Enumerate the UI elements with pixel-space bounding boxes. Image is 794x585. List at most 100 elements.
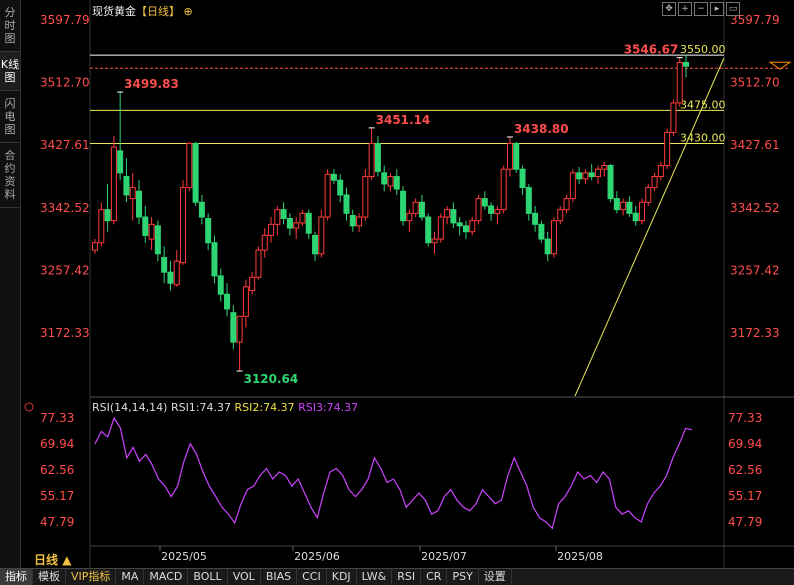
tab-ma[interactable]: MA xyxy=(116,569,145,585)
bottom-indicator-bar: 指标 模板 VIP指标 MA MACD BOLL VOL BIAS CCI KD… xyxy=(0,568,794,585)
candle-body xyxy=(104,209,111,222)
candle-body xyxy=(638,201,645,222)
candle-body xyxy=(343,194,350,214)
kline-chart[interactable]: 3597.79 3597.793512.70 3512.703427.61 3427.… xyxy=(0,0,794,568)
candle-body xyxy=(293,222,300,229)
tab-indicators[interactable]: 指标 xyxy=(0,569,33,585)
candle-body xyxy=(594,168,601,178)
candle-body xyxy=(280,209,287,219)
candle-body xyxy=(356,216,363,227)
candle-body xyxy=(670,102,677,133)
rsi3-value: RSI3:74.37 xyxy=(298,401,359,414)
candle-body xyxy=(249,276,256,292)
candle-body xyxy=(576,172,583,180)
tab-kdj[interactable]: KDJ xyxy=(327,569,357,585)
expand-icon[interactable]: ▭ xyxy=(726,2,740,16)
candle-body xyxy=(261,234,268,251)
candle-body xyxy=(217,275,224,295)
tab-psy[interactable]: PSY xyxy=(447,569,479,585)
candle-body xyxy=(186,142,193,189)
instrument-name: 现货黄金 xyxy=(92,5,136,18)
candle-body xyxy=(557,209,564,222)
zoom-in-icon[interactable]: + xyxy=(678,2,692,16)
price-axis-label-right: 3512.70 xyxy=(730,76,780,90)
rsi1-value: RSI1:74.37 xyxy=(170,401,232,414)
rsi-axis-label-right: 77.33 xyxy=(728,411,762,425)
tab-lwr[interactable]: LW& xyxy=(357,569,393,585)
candle-body xyxy=(374,142,381,172)
candle-body xyxy=(92,242,98,251)
candle-body xyxy=(330,173,337,181)
move-icon[interactable]: ✥ xyxy=(662,2,676,16)
candle-body xyxy=(362,176,369,218)
tab-cci[interactable]: CCI xyxy=(297,569,327,585)
candle-body xyxy=(205,217,212,244)
price-axis-label-left: 3172.33 xyxy=(40,326,90,340)
candle-body xyxy=(550,220,557,255)
price-axis-label-right: 3342.52 xyxy=(730,201,780,215)
candle-body xyxy=(393,176,400,190)
extreme-label: 3546.67 xyxy=(624,43,679,57)
period-label: 日线 ▲ xyxy=(34,553,72,567)
tab-settings[interactable]: 设置 xyxy=(479,569,512,585)
zoom-out-icon[interactable]: − xyxy=(694,2,708,16)
candle-body xyxy=(431,238,438,244)
candle-body xyxy=(167,271,174,284)
candle-body xyxy=(349,215,356,227)
candle-body xyxy=(450,209,457,224)
candle-body xyxy=(230,312,237,343)
candle-body xyxy=(198,201,205,218)
tab-templates[interactable]: 模板 xyxy=(33,569,66,585)
add-indicator-icon[interactable]: ⊕ xyxy=(184,5,193,18)
candle-body xyxy=(469,220,476,233)
candle-body xyxy=(136,190,143,218)
candle-body xyxy=(538,223,545,240)
candle-body xyxy=(268,223,275,236)
candle-body xyxy=(626,201,633,214)
candle-body xyxy=(532,212,539,225)
candle-body xyxy=(500,168,507,211)
candle-body xyxy=(418,201,425,218)
candle-body xyxy=(569,172,576,200)
candle-body xyxy=(488,205,495,214)
price-axis-label-left: 3512.70 xyxy=(40,76,90,90)
candle-body xyxy=(664,131,671,167)
candle-body xyxy=(406,212,413,222)
candle-body xyxy=(645,187,652,203)
price-axis-label-right: 3172.33 xyxy=(730,326,780,340)
candle-body xyxy=(613,198,620,211)
rsi-axis-label-right: 69.94 xyxy=(728,437,762,451)
rsi-axis-label-right: 55.17 xyxy=(728,489,762,503)
candle-body xyxy=(274,209,281,225)
tab-cr[interactable]: CR xyxy=(421,569,448,585)
refresh-icon[interactable]: ▸ xyxy=(710,2,724,16)
candle-body xyxy=(601,165,608,170)
candle-body xyxy=(148,223,155,240)
price-axis-label-left: 3342.52 xyxy=(40,201,90,215)
tab-rsi[interactable]: RSI xyxy=(392,569,422,585)
candle-body xyxy=(563,198,570,211)
date-label: 2025/07 xyxy=(421,550,467,563)
tab-vol[interactable]: VOL xyxy=(228,569,261,585)
tab-vip-indicators[interactable]: VIP指标 xyxy=(66,569,117,585)
candle-body xyxy=(683,62,689,67)
candle-body xyxy=(324,173,331,218)
level-label: 3550.00 xyxy=(680,43,726,56)
tab-bias[interactable]: BIAS xyxy=(261,569,298,585)
candle-body xyxy=(676,62,683,104)
extreme-label: 3120.64 xyxy=(244,372,299,386)
candle-body xyxy=(412,201,419,214)
price-axis-label-right: 3257.42 xyxy=(730,263,780,277)
candle-body xyxy=(318,216,325,255)
date-label: 2025/05 xyxy=(161,550,207,563)
candle-body xyxy=(236,315,243,343)
candle-body xyxy=(337,179,344,196)
candle-body xyxy=(110,146,117,222)
candle-body xyxy=(312,234,319,255)
candle-body xyxy=(381,172,388,185)
tab-macd[interactable]: MACD xyxy=(144,569,189,585)
tab-boll[interactable]: BOLL xyxy=(188,569,228,585)
candle-body xyxy=(117,150,124,174)
price-axis-label-left: 3597.79 xyxy=(40,13,90,27)
candle-body xyxy=(368,142,375,178)
